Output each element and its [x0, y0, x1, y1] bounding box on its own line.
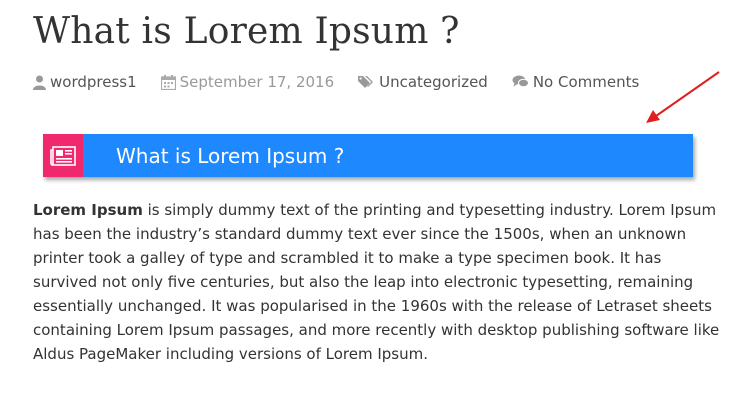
body-lead: Lorem Ipsum [33, 201, 143, 219]
author-link[interactable]: wordpress1 [50, 73, 137, 91]
meta-author[interactable]: wordpress1 [33, 73, 137, 91]
meta-comments[interactable]: No Comments [512, 73, 639, 91]
heading-icon-box [43, 134, 83, 177]
annotation-arrow [646, 71, 720, 123]
user-icon [33, 75, 46, 90]
post-title: What is Lorem Ipsum ? [33, 11, 460, 52]
meta-category[interactable]: Uncategorized [358, 73, 488, 91]
meta-date: September 17, 2016 [160, 73, 335, 91]
newspaper-icon [50, 145, 76, 166]
date-text: September 17, 2016 [179, 73, 335, 91]
comments-icon [512, 75, 529, 88]
section-heading-box: What is Lorem Ipsum ? [43, 134, 693, 177]
comments-link[interactable]: No Comments [533, 73, 639, 91]
post-body: Lorem Ipsum is simply dummy text of the … [33, 198, 723, 366]
body-rest: is simply dummy text of the printing and… [33, 201, 720, 363]
heading-box-text: What is Lorem Ipsum ? [116, 143, 345, 168]
tags-icon [358, 75, 374, 88]
calendar-icon [160, 74, 176, 90]
post-meta: wordpress1 September 17, 2016 Uncategori… [33, 72, 663, 92]
category-link[interactable]: Uncategorized [379, 73, 488, 91]
